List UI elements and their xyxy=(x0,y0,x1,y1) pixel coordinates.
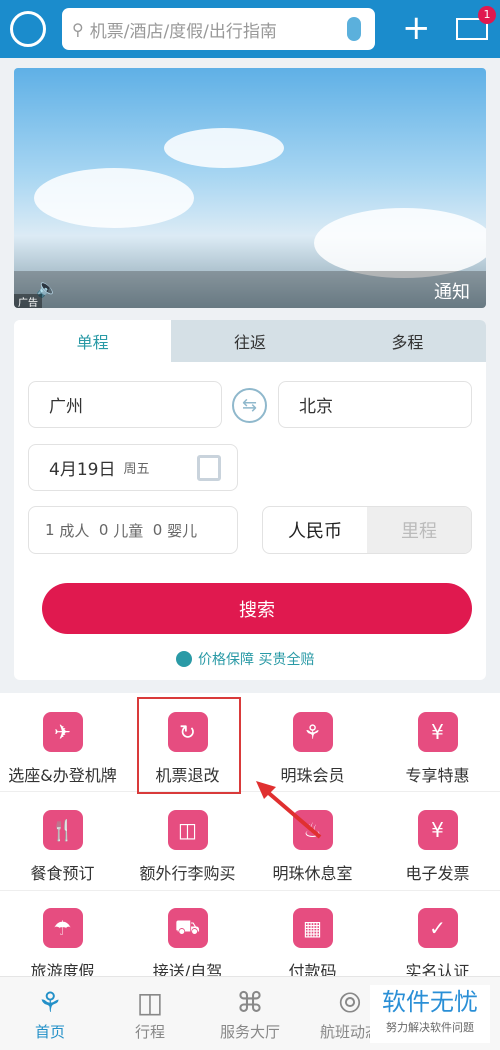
service-label: 专享特惠 xyxy=(405,766,470,785)
tab-one-way[interactable]: 单程 xyxy=(14,320,172,362)
nav-trips-label: 行程 xyxy=(134,1023,165,1041)
search-input[interactable]: ⚲ 机票/酒店/度假/出行指南 xyxy=(62,8,375,50)
infant-count: 0 xyxy=(152,521,163,539)
service-user-discount[interactable]: ¥ 专享特惠 xyxy=(375,712,500,786)
calendar-icon xyxy=(197,454,221,481)
luggage-icon: ◫ xyxy=(167,810,208,850)
grid-icon: ⌘ xyxy=(236,986,264,1019)
tab-multi-city[interactable]: 多程 xyxy=(328,320,486,362)
annotation-arrow xyxy=(256,781,322,839)
passenger-field[interactable]: 1 成人 0 儿童 0 婴儿 xyxy=(28,506,238,554)
search-placeholder: 机票/酒店/度假/出行指南 xyxy=(89,21,277,42)
home-logo-icon: ⚘ xyxy=(37,986,63,1019)
swap-cities-icon[interactable]: ⇆ xyxy=(232,388,267,423)
watermark-subtitle: 努力解决软件问题 xyxy=(386,1021,474,1034)
watermark-title: 软件无忧 xyxy=(382,988,478,1016)
service-qr-code[interactable]: ▦ 付款码 xyxy=(250,908,375,982)
service-label: 明珠休息室 xyxy=(272,864,353,883)
promo-banner[interactable]: 🔈 广告 通知 xyxy=(14,68,486,308)
nav-home[interactable]: ⚘ 首页 xyxy=(0,985,100,1042)
cutlery-icon: 🍴 xyxy=(42,810,83,850)
qr-code-icon: ▦ xyxy=(292,908,333,948)
service-label: 额外行李购买 xyxy=(139,864,236,883)
child-label: 儿童 xyxy=(113,521,144,540)
microphone-icon[interactable] xyxy=(347,17,361,41)
car-icon: ⛟ xyxy=(167,908,208,948)
shield-icon xyxy=(176,651,192,667)
nav-home-label: 首页 xyxy=(34,1023,65,1041)
guarantee-text: 价格保障 买贵全赔 xyxy=(198,652,315,668)
globe-location-icon[interactable] xyxy=(10,11,46,47)
child-count: 0 xyxy=(98,521,109,539)
member-icon: ⚘ xyxy=(292,712,333,752)
top-bar: ⚲ 机票/酒店/度假/出行指南 + 1 xyxy=(0,0,500,58)
plus-icon[interactable]: + xyxy=(402,8,431,48)
service-boarding-pass[interactable]: ✈ 选座&办登机牌 xyxy=(0,712,125,786)
currency-rmb[interactable]: 人民币 xyxy=(263,517,367,543)
service-label: 选座&办登机牌 xyxy=(8,766,117,785)
suitcase-icon: ◫ xyxy=(136,986,164,1019)
service-shield[interactable]: ✓ 实名认证 xyxy=(375,908,500,982)
highlight-box xyxy=(137,697,241,794)
search-button[interactable]: 搜索 xyxy=(42,583,472,634)
notification-badge: 1 xyxy=(478,6,496,24)
service-luggage[interactable]: ◫ 额外行李购买 xyxy=(125,810,250,884)
adult-label: 成人 xyxy=(59,521,90,540)
nav-services-label: 服务大厅 xyxy=(219,1023,280,1041)
service-invoice[interactable]: ¥ 电子发票 xyxy=(375,810,500,884)
price-guarantee[interactable]: 价格保障 买贵全赔 xyxy=(176,649,314,669)
tab-round-trip[interactable]: 往返 xyxy=(171,320,329,362)
service-label: 餐食预订 xyxy=(30,864,95,883)
shield-icon: ✓ xyxy=(417,908,458,948)
notice-label: 通知 xyxy=(434,282,470,303)
search-icon: ⚲ xyxy=(72,19,84,39)
service-car[interactable]: ⛟ 接送/自驾 xyxy=(125,908,250,982)
arrival-city-field[interactable]: 北京 xyxy=(278,381,472,428)
invoice-icon: ¥ xyxy=(417,810,458,850)
service-umbrella[interactable]: ☂ 旅游度假 xyxy=(0,908,125,982)
infant-label: 婴儿 xyxy=(167,521,198,540)
nav-services[interactable]: ⌘ 服务大厅 xyxy=(200,985,300,1042)
boarding-pass-icon: ✈ xyxy=(42,712,83,752)
arrival-city: 北京 xyxy=(299,397,333,417)
departure-city-field[interactable]: 广州 xyxy=(28,381,222,428)
umbrella-icon: ☂ xyxy=(42,908,83,948)
date-field[interactable]: 4月19日 周五 xyxy=(28,444,238,491)
currency-miles[interactable]: 里程 xyxy=(367,507,471,553)
departure-city: 广州 xyxy=(49,397,83,417)
user-discount-icon: ¥ xyxy=(417,712,458,752)
date-value: 4月19日 xyxy=(49,460,116,480)
weekday: 周五 xyxy=(123,462,150,477)
currency-toggle: 人民币 里程 xyxy=(262,506,472,554)
service-label: 电子发票 xyxy=(405,864,470,883)
watermark: 软件无忧 努力解决软件问题 xyxy=(370,985,490,1043)
nav-trips[interactable]: ◫ 行程 xyxy=(100,985,200,1042)
ad-label: 广告 xyxy=(14,294,42,308)
adult-count: 1 xyxy=(45,521,55,539)
service-cutlery[interactable]: 🍴 餐食预订 xyxy=(0,810,125,884)
